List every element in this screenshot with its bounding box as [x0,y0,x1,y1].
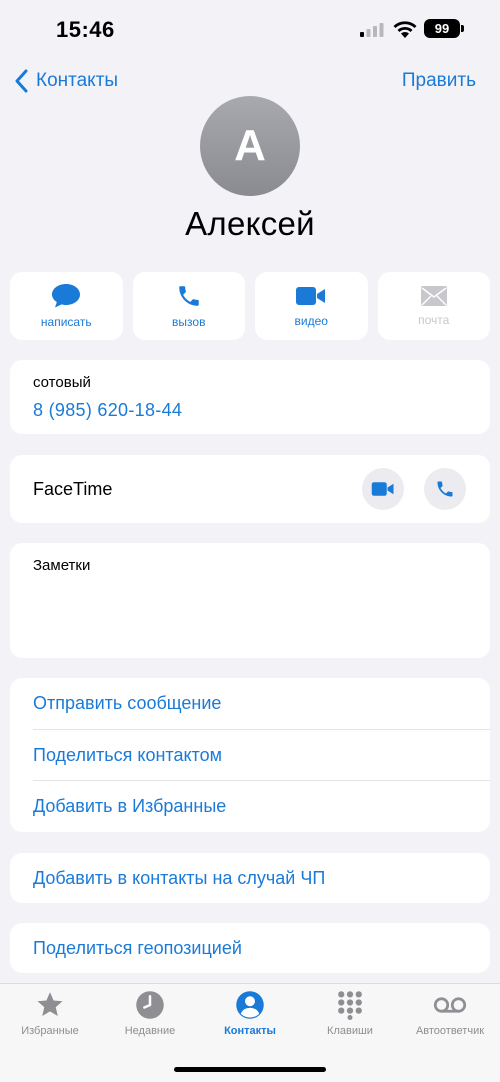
mail-icon [420,286,447,306]
message-label: написать [40,315,92,329]
contact-name: Алексей [185,205,315,242]
emergency-contact-card: Добавить в контакты на случай ЧП [10,853,490,903]
video-icon [296,287,326,305]
phone-number-card[interactable]: сотовый 8 (985) 620-18-44 [10,360,490,434]
avatar: А [200,96,300,196]
video-label: видео [294,314,328,328]
mail-button[interactable]: почта [377,272,490,340]
tab-keypad[interactable]: Клавиши [300,990,400,1037]
tab-favorites-label: Избранные [21,1025,79,1037]
voicemail-icon [433,997,467,1013]
back-label: Контакты [36,70,119,91]
add-emergency-contact-link[interactable]: Добавить в контакты на случай ЧП [33,853,325,903]
cellular-signal-icon [360,23,384,37]
contact-actions-list: Отправить сообщение Поделиться контактом… [10,678,490,832]
tab-voicemail[interactable]: Автоответчик [400,990,500,1037]
share-location-link[interactable]: Поделиться геопозицией [33,923,242,973]
phone-icon [437,481,453,497]
tab-contacts[interactable]: Контакты [200,990,300,1037]
chevron-left-icon [15,69,28,93]
tab-bar: Избранные Недавние Контакты Клавиши Авто… [0,983,500,1082]
share-location-card: Поделиться геопозицией [10,923,490,973]
star-icon [37,992,63,1016]
home-indicator [174,1067,326,1072]
phone-type-label: сотовый [33,374,91,391]
phone-number[interactable]: 8 (985) 620-18-44 [33,400,182,421]
battery-indicator: 99 [424,19,460,38]
tab-recents[interactable]: Недавние [100,990,200,1037]
message-button[interactable]: написать [10,272,123,340]
facetime-video-button[interactable] [362,468,404,510]
message-icon [52,284,81,308]
edit-button[interactable]: Править [402,70,476,92]
facetime-card: FaceTime [10,455,490,523]
phone-icon [179,286,199,306]
facetime-audio-button[interactable] [424,468,466,510]
wifi-icon [393,21,417,38]
notes-label: Заметки [33,557,91,574]
video-icon [371,482,394,496]
tab-contacts-label: Контакты [224,1025,276,1037]
video-button[interactable]: видео [255,272,368,340]
mail-label: почта [418,313,450,327]
battery-tip [461,25,464,32]
person-icon [236,991,264,1019]
tab-voicemail-label: Автоответчик [415,1025,485,1037]
call-button[interactable]: вызов [132,272,245,340]
notes-card[interactable]: Заметки [10,543,490,658]
clock-icon [136,991,164,1019]
send-message-link[interactable]: Отправить сообщение [33,678,490,729]
share-contact-link[interactable]: Поделиться контактом [33,729,490,780]
quick-actions: написать вызов видео почта [10,272,490,340]
add-to-favorites-link[interactable]: Добавить в Избранные [33,780,490,831]
back-to-contacts-button[interactable]: Контакты [14,66,118,96]
tab-favorites[interactable]: Избранные [0,990,100,1037]
tab-keypad-label: Клавиши [327,1025,373,1037]
call-label: вызов [172,315,206,329]
keypad-icon [338,991,362,1020]
status-bar: 15:46 99 [0,0,500,58]
status-time: 15:46 [56,17,115,42]
tab-recents-label: Недавние [124,1025,176,1037]
facetime-label: FaceTime [33,479,113,499]
